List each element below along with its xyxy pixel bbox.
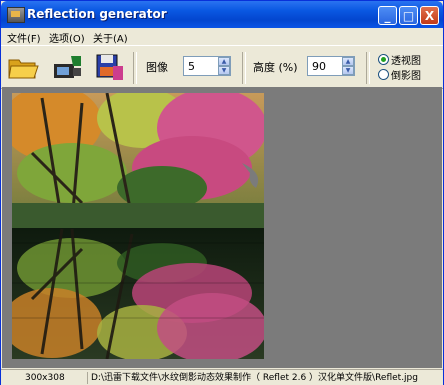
- height-value[interactable]: 90: [312, 60, 326, 73]
- status-bar: 300x308 D:\迅雷下载文件\水纹倒影动态效果制作（ Reflet 2.6…: [1, 369, 443, 385]
- mode-perspective-label: 透视图: [391, 56, 421, 67]
- close-button[interactable]: X: [420, 6, 439, 25]
- toolbar-separator: [242, 52, 246, 84]
- image-spinner[interactable]: 5 ▲ ▼: [183, 56, 231, 76]
- menu-bar: 文件(F) 选项(O) 关于(A): [1, 28, 443, 45]
- reflection-preview-image: [12, 93, 264, 359]
- image-spin-down-icon[interactable]: ▼: [218, 66, 230, 75]
- app-icon: [7, 7, 25, 23]
- image-value[interactable]: 5: [188, 60, 195, 73]
- preview-canvas[interactable]: [2, 87, 442, 368]
- radio-selected-icon[interactable]: [378, 54, 389, 65]
- window-title: Reflection generator: [27, 7, 167, 21]
- radio-unselected-icon[interactable]: [378, 69, 389, 80]
- minimize-button[interactable]: _: [378, 6, 397, 25]
- height-spinner[interactable]: 90 ▲ ▼: [307, 56, 355, 76]
- mode-reflection-label: 倒影图: [391, 71, 421, 82]
- menu-about[interactable]: 关于(A): [93, 30, 128, 45]
- title-bar[interactable]: Reflection generator _ □ X: [1, 1, 443, 28]
- save-disk-icon[interactable]: [93, 52, 125, 82]
- maximize-button[interactable]: □: [399, 6, 418, 25]
- toolbar-separator: [366, 52, 370, 84]
- image-spin-up-icon[interactable]: ▲: [218, 57, 230, 66]
- mode-perspective-radio[interactable]: 透视图: [378, 52, 421, 67]
- menu-file[interactable]: 文件(F): [7, 30, 41, 45]
- scan-camera-icon[interactable]: [51, 52, 83, 82]
- toolbar: 图像 5 ▲ ▼ 高度 (%) 90 ▲ ▼ 透视图 倒影图: [1, 45, 443, 89]
- height-spin-up-icon[interactable]: ▲: [342, 57, 354, 66]
- app-window: Reflection generator _ □ X 文件(F) 选项(O) 关…: [0, 0, 444, 385]
- image-label: 图像: [146, 61, 168, 74]
- status-file-path: D:\迅雷下载文件\水纹倒影动态效果制作（ Reflet 2.6 ）汉化单文件版…: [87, 372, 443, 384]
- height-label: 高度 (%): [253, 61, 298, 74]
- menu-options[interactable]: 选项(O): [49, 30, 85, 45]
- status-dimensions: 300x308: [25, 373, 65, 383]
- open-folder-icon[interactable]: [7, 52, 39, 82]
- mode-reflection-radio[interactable]: 倒影图: [378, 67, 421, 82]
- toolbar-separator: [133, 52, 137, 84]
- height-spin-down-icon[interactable]: ▼: [342, 66, 354, 75]
